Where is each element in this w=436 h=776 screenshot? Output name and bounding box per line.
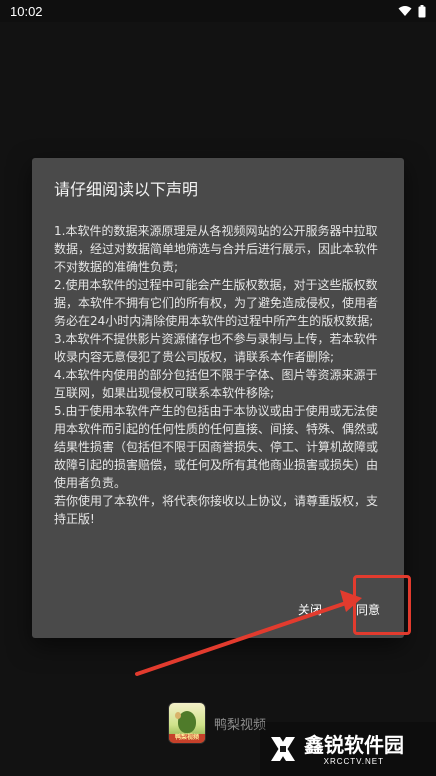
- dialog-title: 请仔细阅读以下声明: [54, 180, 199, 199]
- status-icons: [398, 4, 426, 18]
- app-name: 鸭梨视频: [214, 717, 267, 733]
- wifi-icon: [398, 5, 412, 17]
- battery-icon: [418, 4, 426, 18]
- dialog-actions: 关闭 同意: [290, 595, 388, 624]
- app-icon-tag: 鸭梨视频: [169, 734, 205, 743]
- agree-button[interactable]: 同意: [348, 595, 388, 624]
- watermark-logo-icon: [271, 737, 295, 761]
- status-bar: 10:02: [0, 0, 436, 22]
- close-button[interactable]: 关闭: [290, 595, 330, 624]
- watermark-name: 鑫锐软件园: [304, 732, 404, 757]
- status-time: 10:02: [10, 3, 43, 19]
- app-logo-icon: 鸭梨视频: [168, 702, 206, 744]
- disclaimer-dialog: 请仔细阅读以下声明 1.本软件的数据来源原理是从各视频网站的公开服务器中拉取数据…: [32, 158, 404, 638]
- dialog-body-text: 1.本软件的数据来源原理是从各视频网站的公开服务器中拉取数据，经过对数据简单地筛…: [54, 224, 379, 526]
- watermark: 鑫锐软件园 XRCCTV.NET: [260, 722, 436, 776]
- watermark-url: XRCCTV.NET: [323, 756, 384, 766]
